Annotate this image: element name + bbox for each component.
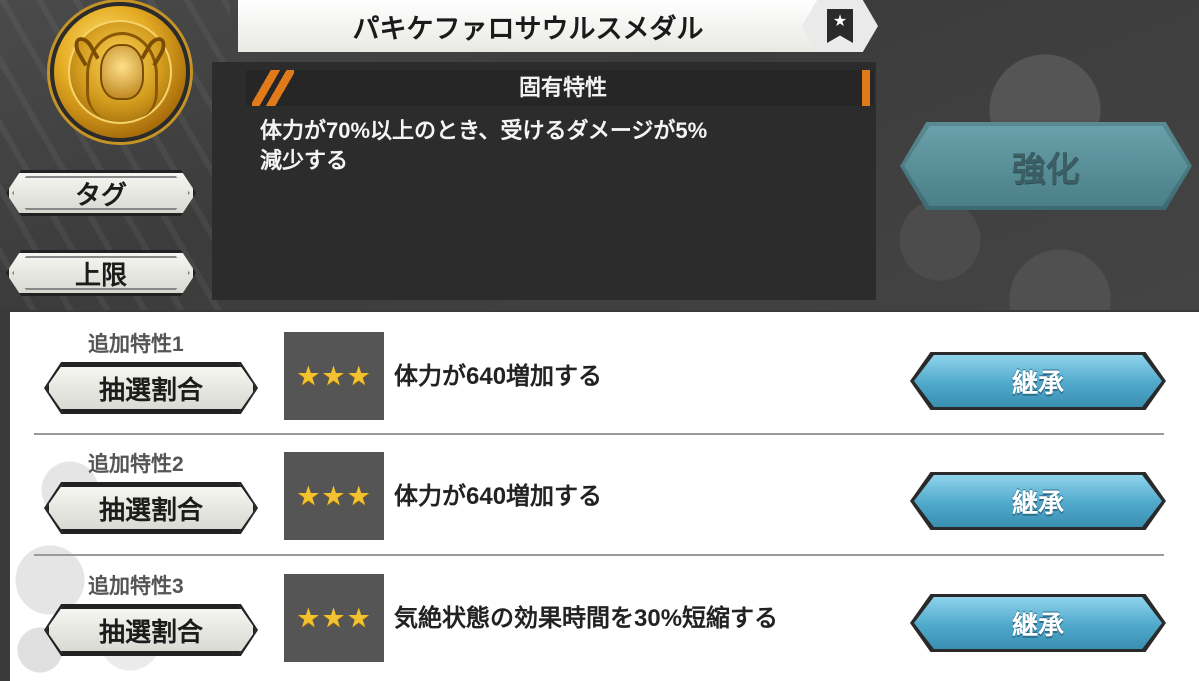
trait-effect-text: 体力が640増加する (394, 483, 603, 510)
star-icons: ★★★ (296, 480, 372, 512)
trait-effect-text: 体力が640増加する (394, 363, 603, 390)
additional-trait-row-2: 追加特性2 抽選割合 ★★★ 体力が640増加する 継承 (10, 438, 1166, 556)
star-bookmark-icon: ★ (827, 9, 853, 43)
star-rating: ★★★ (284, 332, 384, 420)
lottery-rate-label: 抽選割合 (98, 494, 203, 525)
inherit-button[interactable]: 継承 (914, 597, 1162, 649)
enhance-button-label: 強化 (1012, 150, 1080, 189)
additional-trait-row-3: 追加特性3 抽選割合 ★★★ 気絶状態の効果時間を30%短縮する 継承 (10, 560, 1166, 678)
medal-title-banner: パキケファロサウルスメダル (238, 0, 858, 52)
star-rating: ★★★ (284, 452, 384, 540)
lottery-rate-button[interactable]: 抽選割合 (46, 364, 256, 412)
trait-label: 追加特性2 (88, 453, 184, 476)
trait-label: 追加特性1 (88, 333, 184, 356)
star-icons: ★★★ (296, 602, 372, 634)
medal-title: パキケファロサウルスメダル (352, 13, 704, 44)
unique-trait-panel: 固有特性 体力が70%以上のとき、受けるダメージが5% 減少する (212, 62, 876, 300)
star-icons: ★★★ (296, 360, 372, 392)
tag-button[interactable]: タグ (6, 170, 196, 216)
medal-portrait-icon (50, 2, 190, 142)
inherit-button[interactable]: 継承 (914, 355, 1162, 407)
unique-trait-description: 体力が70%以上のとき、受けるダメージが5% 減少する (260, 116, 860, 176)
medal-face (100, 44, 144, 100)
unique-trait-line2: 減少する (260, 148, 349, 173)
unique-trait-line1: 体力が70%以上のとき、受けるダメージが5% (260, 118, 708, 143)
trait-label: 追加特性3 (88, 575, 184, 598)
limit-button[interactable]: 上限 (6, 250, 196, 296)
medal-inner (68, 20, 172, 124)
unique-trait-title: 固有特性 (518, 75, 607, 100)
lottery-rate-button[interactable]: 抽選割合 (46, 606, 256, 654)
lottery-rate-button[interactable]: 抽選割合 (46, 484, 256, 532)
trait-effect-text: 気絶状態の効果時間を30%短縮する (394, 605, 779, 632)
limit-button-label: 上限 (74, 259, 127, 290)
lottery-rate-label: 抽選割合 (98, 616, 203, 647)
tag-button-label: タグ (74, 179, 127, 210)
inherit-button-label: 継承 (1011, 367, 1064, 398)
inherit-button[interactable]: 継承 (914, 475, 1162, 527)
lottery-rate-label: 抽選割合 (98, 374, 203, 405)
favorite-button[interactable]: ★ (802, 0, 878, 52)
additional-trait-row-1: 追加特性1 抽選割合 ★★★ 体力が640増加する 継承 (10, 318, 1166, 436)
inherit-button-label: 継承 (1011, 487, 1064, 518)
inherit-button-label: 継承 (1011, 609, 1064, 640)
unique-trait-header: 固有特性 (246, 70, 874, 106)
enhance-button[interactable]: 強化 (900, 122, 1192, 210)
star-rating: ★★★ (284, 574, 384, 662)
